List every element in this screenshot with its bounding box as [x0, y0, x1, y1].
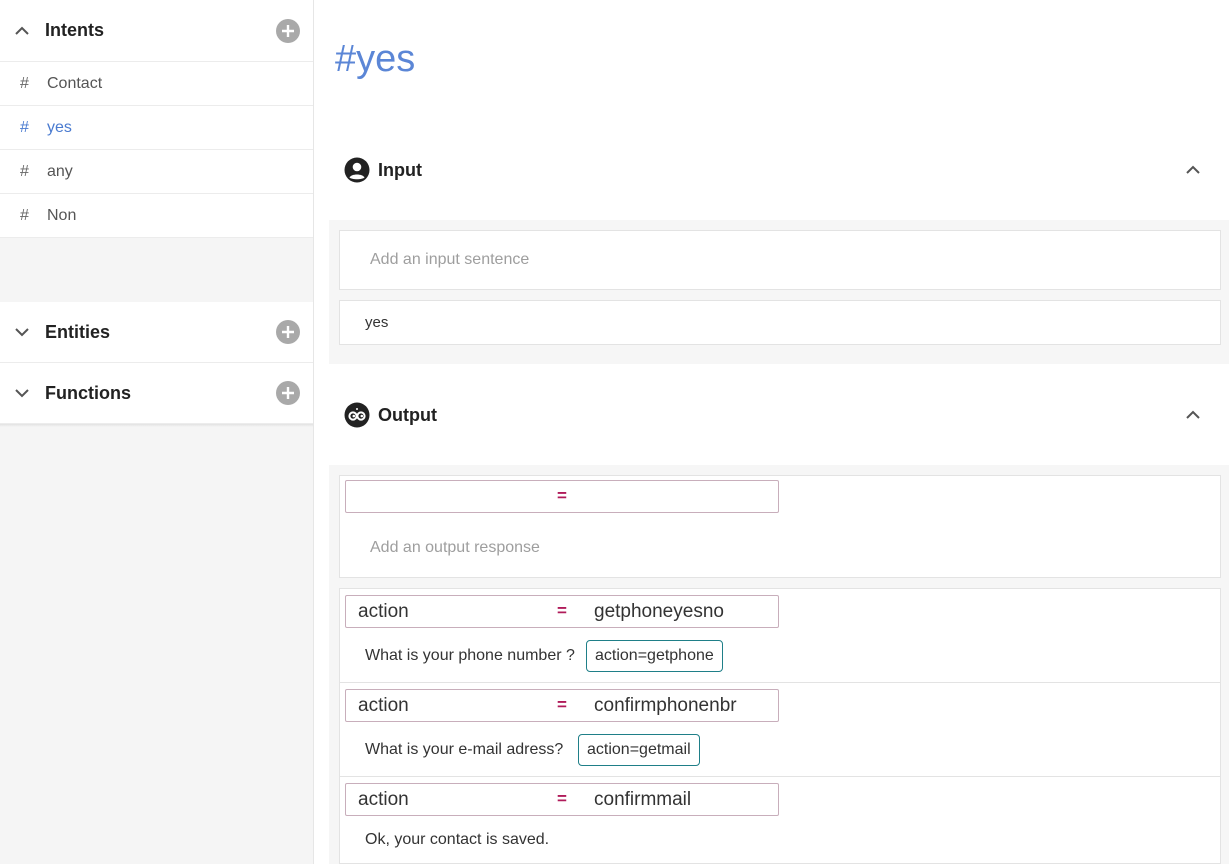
action-tag[interactable]: action=getphone [586, 640, 723, 672]
sidebar: Intents # Contact # yes # any # Non Enti… [0, 0, 314, 864]
plus-icon [282, 24, 294, 37]
intent-label: Contact [47, 74, 103, 92]
response-text[interactable]: Ok, your contact is saved. [365, 831, 549, 849]
user-icon [344, 157, 370, 183]
intent-item-yes[interactable]: # yes [0, 106, 313, 150]
input-panel-title: Input [378, 159, 422, 180]
input-sentence-field[interactable]: Add an input sentence [339, 230, 1221, 290]
intent-item-any[interactable]: # any [0, 150, 313, 194]
intents-title: Intents [45, 20, 105, 40]
intent-item-contact[interactable]: # Contact [0, 62, 313, 106]
add-intent-button[interactable] [276, 18, 300, 43]
hash-icon: # [20, 74, 29, 92]
functions-header[interactable]: Functions [0, 363, 313, 424]
condition-value: confirmmail [594, 789, 692, 810]
output-placeholder[interactable]: Add an output response [370, 539, 540, 557]
condition-key: action [358, 695, 409, 716]
new-output-card: = Add an output response [339, 475, 1221, 578]
page-title: #yes [335, 38, 416, 80]
hash-icon: # [20, 162, 29, 180]
chevron-down-icon[interactable] [14, 324, 30, 340]
output-response-card: action = getphoneyesno What is your phon… [339, 588, 1221, 682]
equals-sign: = [557, 486, 567, 505]
intent-label: yes [47, 118, 72, 136]
plus-icon [282, 387, 294, 399]
condition-input[interactable]: = [345, 480, 779, 513]
sidebar-spacer [0, 238, 313, 302]
sidebar-shadow [0, 424, 313, 427]
input-sentence-item[interactable]: yes [339, 300, 1221, 345]
output-panel-header[interactable]: Output [329, 385, 1229, 445]
condition-input[interactable]: action = confirmmail [345, 783, 779, 816]
input-sentence-text: yes [365, 314, 389, 331]
input-placeholder: Add an input sentence [370, 251, 530, 268]
condition-input[interactable]: action = confirmphonenbr [345, 689, 779, 722]
action-tag[interactable]: action=getmail [578, 734, 700, 766]
intent-label: any [47, 162, 73, 180]
hash-icon: # [20, 206, 29, 224]
hash-icon: # [20, 118, 29, 136]
output-panel-body: = Add an output response action = getpho… [329, 465, 1229, 864]
output-panel-title: Output [378, 404, 437, 425]
functions-title: Functions [45, 382, 131, 403]
chevron-up-icon[interactable] [1185, 407, 1201, 423]
condition-input[interactable]: action = getphoneyesno [345, 595, 779, 628]
output-response-card: action = confirmphonenbr What is your e-… [339, 682, 1221, 776]
equals-sign: = [557, 789, 567, 808]
condition-value: getphoneyesno [594, 601, 724, 622]
intents-header[interactable]: Intents [0, 0, 313, 62]
condition-key: action [358, 601, 409, 622]
entities-header[interactable]: Entities [0, 302, 313, 363]
main-content: #yes Input Add an input sentence yes Out… [314, 0, 1229, 864]
bot-icon [344, 402, 370, 428]
entities-title: Entities [45, 321, 111, 342]
output-response-card: action = confirmmail Ok, your contact is… [339, 776, 1221, 864]
chevron-up-icon[interactable] [14, 23, 30, 39]
condition-key: action [358, 789, 409, 810]
equals-sign: = [557, 695, 567, 714]
chevron-down-icon[interactable] [14, 385, 30, 401]
chevron-up-icon[interactable] [1185, 162, 1201, 178]
intent-item-non[interactable]: # Non [0, 194, 313, 238]
equals-sign: = [557, 601, 567, 620]
response-text[interactable]: What is your e-mail adress? [365, 741, 563, 759]
condition-value: confirmphonenbr [594, 695, 737, 716]
input-panel-header[interactable]: Input [329, 140, 1229, 200]
input-panel-body: Add an input sentence yes [329, 220, 1229, 364]
intent-label: Non [47, 206, 77, 224]
response-text[interactable]: What is your phone number ? [365, 647, 575, 665]
add-function-button[interactable] [276, 381, 300, 405]
plus-icon [282, 326, 294, 338]
add-entity-button[interactable] [276, 320, 300, 344]
